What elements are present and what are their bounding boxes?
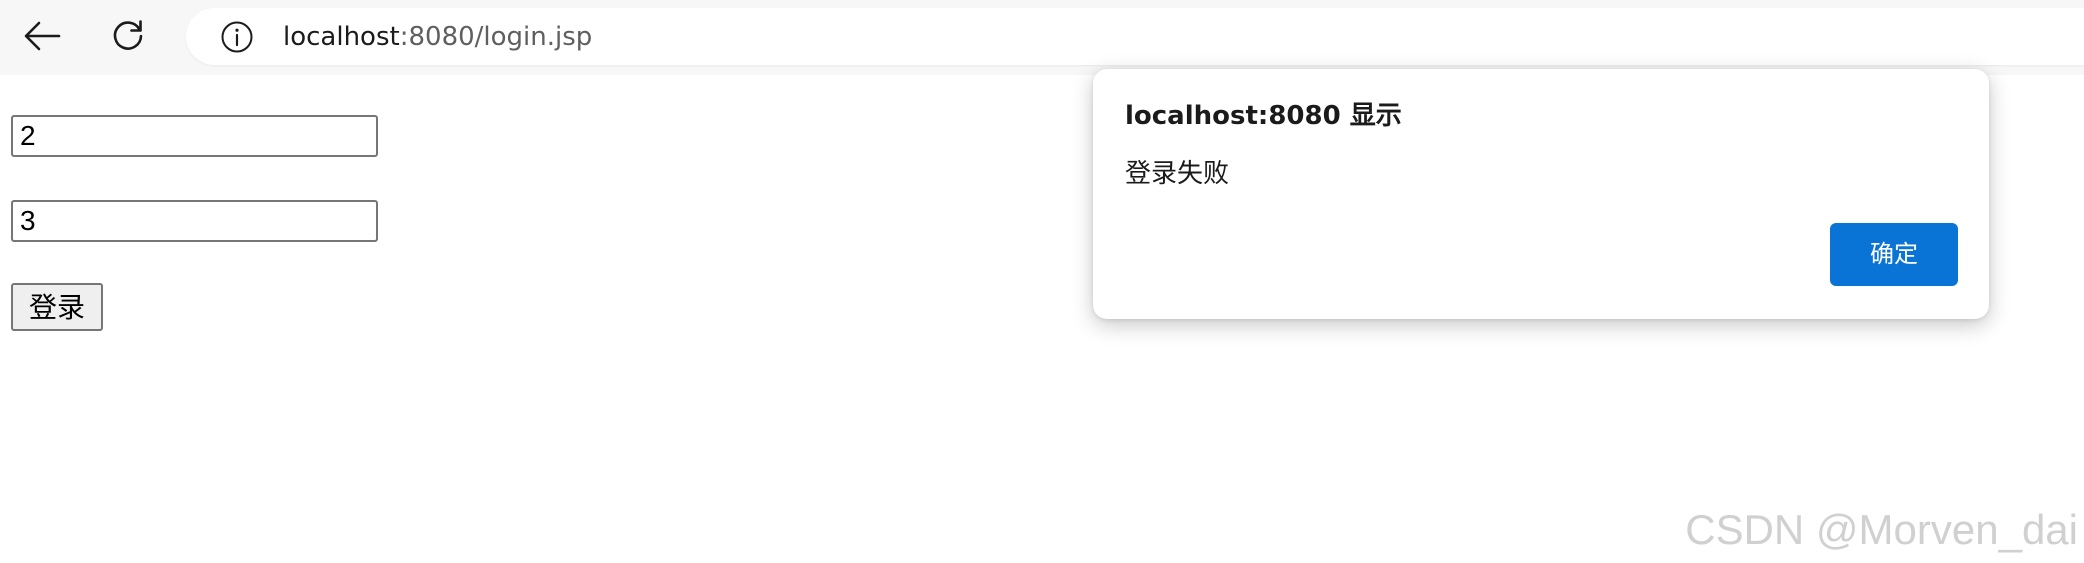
arrow-left-icon <box>23 20 61 52</box>
alert-dialog: localhost:8080 显示 登录失败 确定 <box>1093 69 1989 319</box>
url-path: :8080/login.jsp <box>399 22 593 52</box>
alert-message: 登录失败 <box>1125 159 1230 189</box>
back-button[interactable] <box>14 10 70 62</box>
login-button[interactable]: 登录 <box>11 283 103 331</box>
reload-button[interactable] <box>100 10 156 62</box>
url-host: localhost <box>283 22 400 52</box>
reload-icon <box>110 18 146 54</box>
info-circle-icon[interactable] <box>220 20 254 54</box>
alert-title: localhost:8080 显示 <box>1125 101 1402 131</box>
address-bar[interactable]: localhost:8080/login.jsp <box>186 8 2084 65</box>
username-input[interactable] <box>11 115 378 157</box>
password-input[interactable] <box>11 200 378 242</box>
watermark: CSDN @Morven_dai <box>1685 506 2078 553</box>
url-text[interactable]: localhost:8080/login.jsp <box>283 22 592 52</box>
browser-toolbar: localhost:8080/login.jsp <box>0 0 2084 75</box>
alert-ok-button[interactable]: 确定 <box>1830 223 1958 286</box>
